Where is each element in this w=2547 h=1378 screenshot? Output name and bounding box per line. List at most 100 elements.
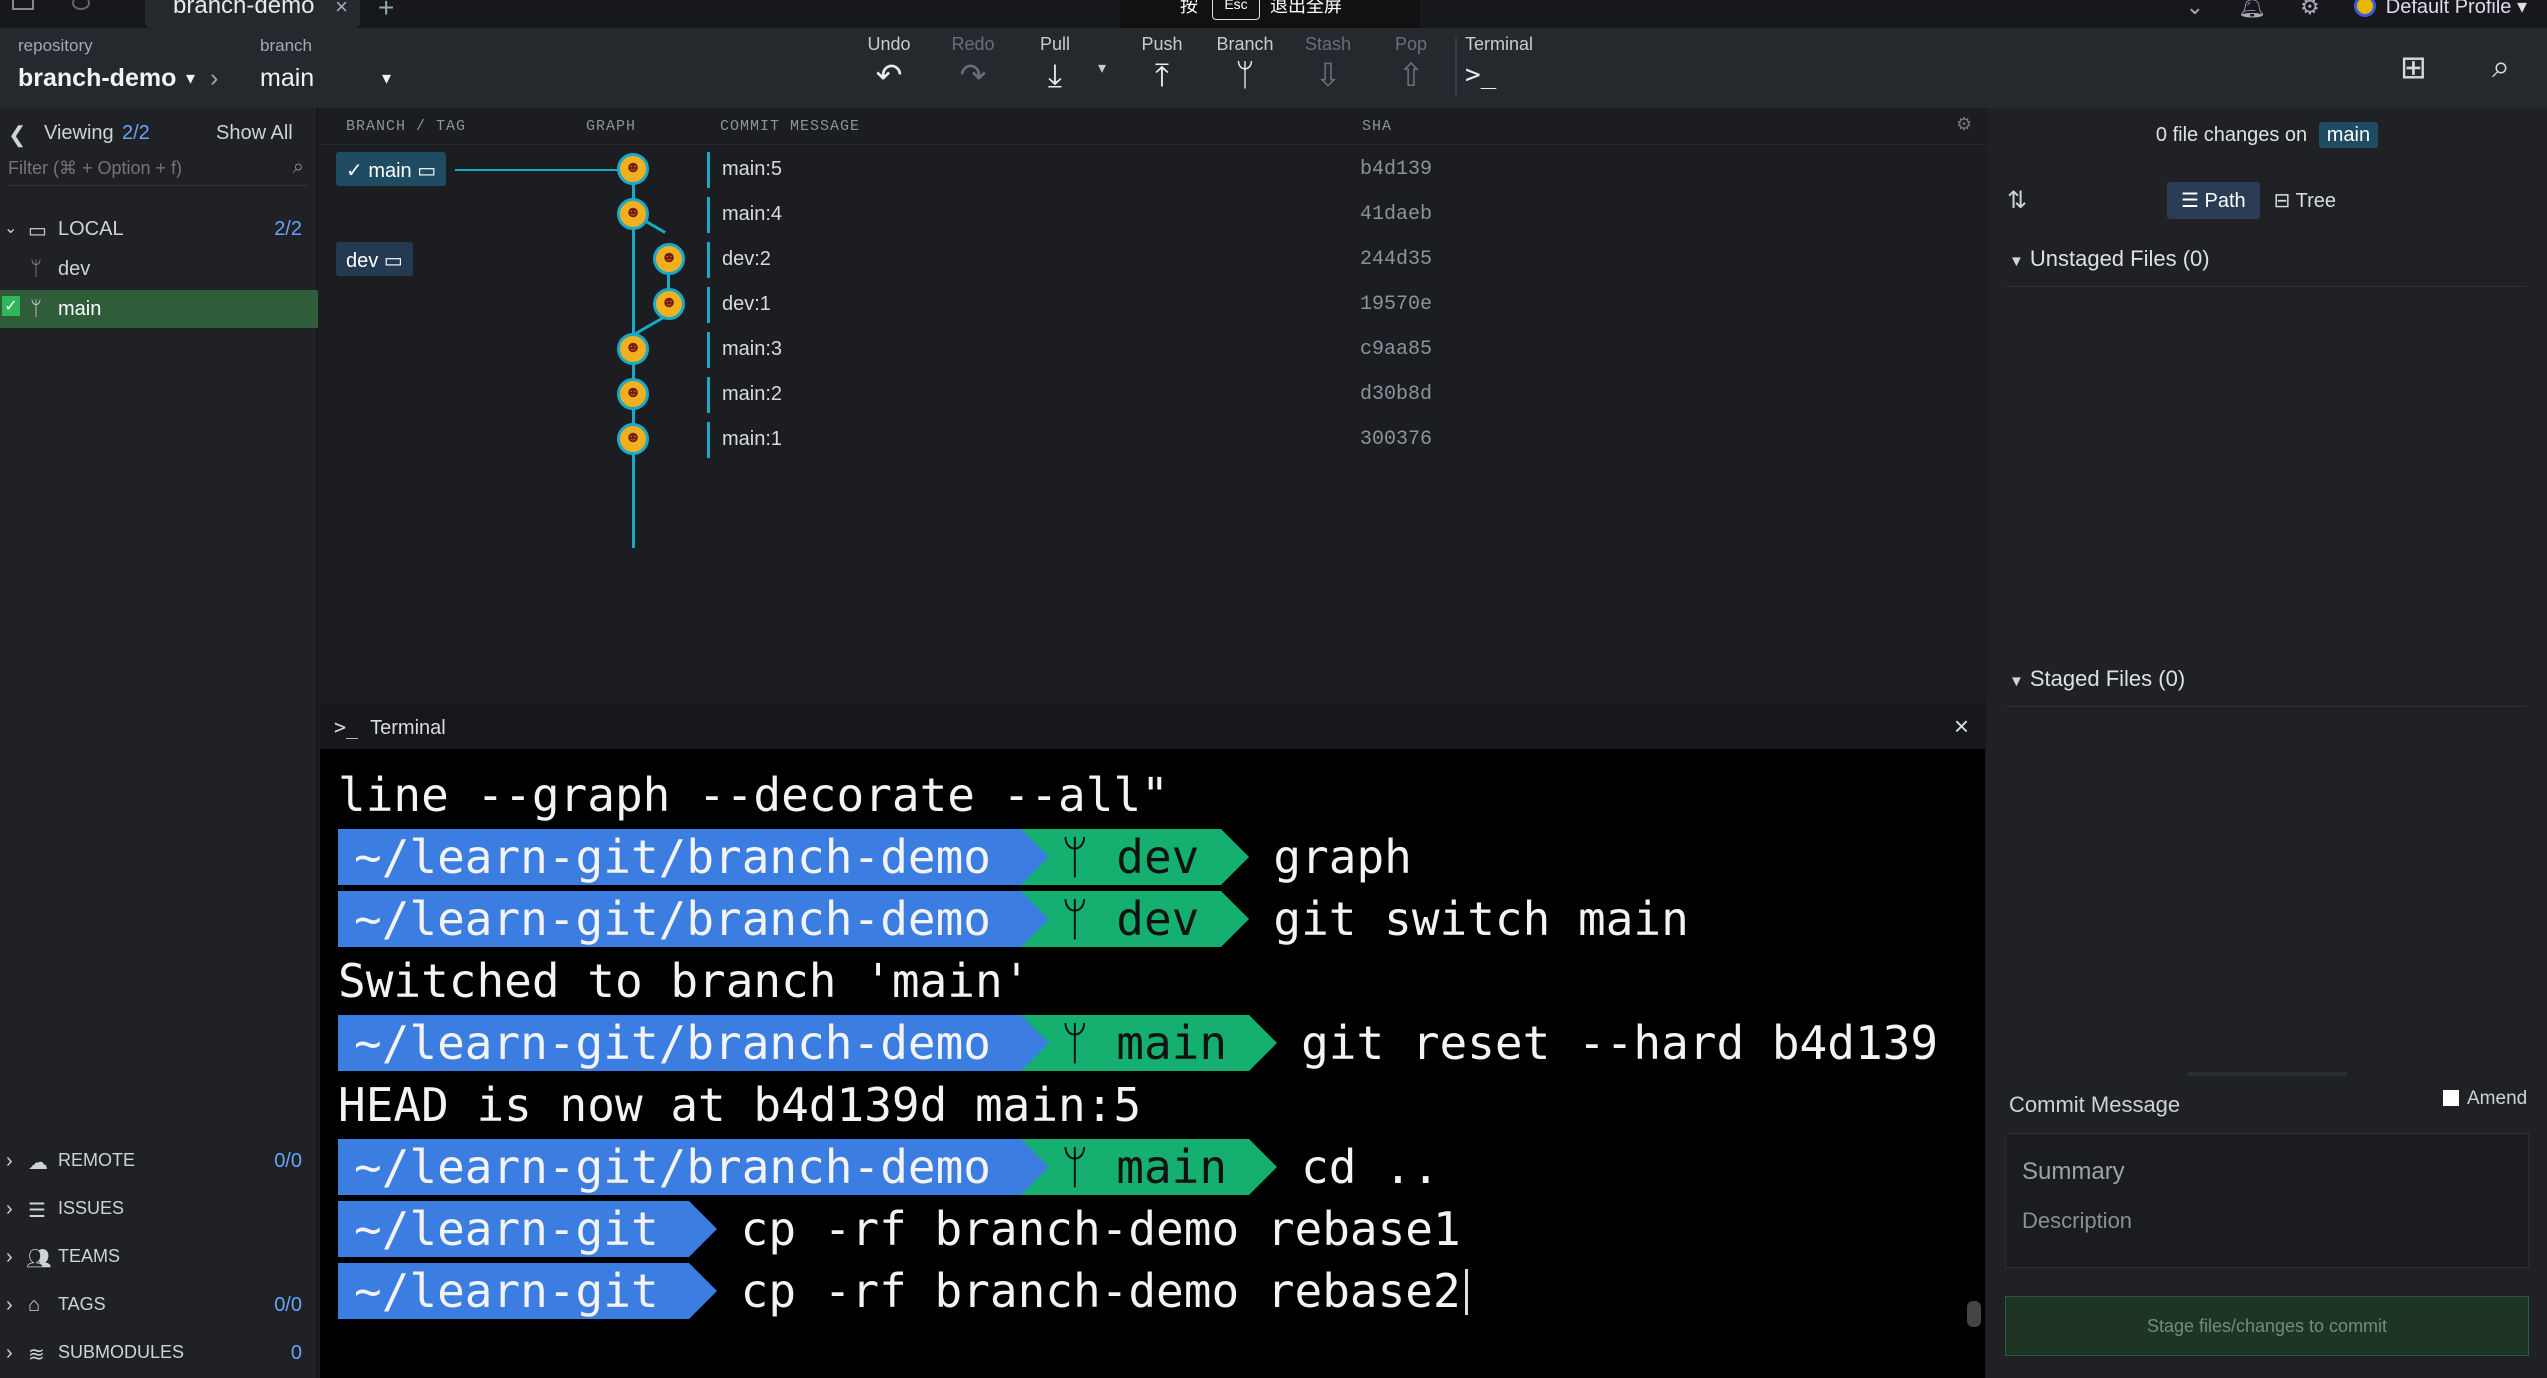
commit-row[interactable]: main:2 d30b8d bbox=[320, 373, 1985, 418]
terminal-title: >_ Terminal bbox=[334, 715, 446, 740]
header-divider bbox=[320, 144, 1985, 145]
bell-icon[interactable]: 🔔︎ bbox=[2238, 0, 2266, 20]
repo-tab[interactable]: branch-demo × bbox=[145, 0, 360, 28]
fork-icon[interactable] bbox=[72, 0, 90, 10]
remote-section-header[interactable]: › ☁ REMOTE 0/0 bbox=[0, 1142, 318, 1180]
local-section-header[interactable]: ⌄ ▭ LOCAL 2/2 bbox=[0, 210, 318, 248]
undo-button[interactable]: Undo ↶ bbox=[849, 34, 929, 93]
prompt-path-text: ~/learn-git/branch-demo bbox=[354, 830, 991, 884]
commit-sha: 244d35 bbox=[1360, 248, 1433, 271]
issues-section-header[interactable]: › ☰ ISSUES bbox=[0, 1190, 318, 1228]
remote-label: REMOTE bbox=[58, 1150, 136, 1170]
list-icon: ☰ bbox=[28, 1200, 46, 1222]
commit-row[interactable]: main:4 41daeb bbox=[320, 193, 1985, 238]
redo-label: Redo bbox=[951, 34, 995, 54]
staged-files-header[interactable]: ▼ Staged Files (0) bbox=[2009, 666, 2185, 692]
prompt-path: ~/learn-git bbox=[338, 1263, 717, 1319]
commit-row[interactable]: main:5 b4d139 bbox=[320, 148, 1985, 193]
commit-row[interactable]: dev:1 19570e bbox=[320, 283, 1985, 328]
show-all-link[interactable]: Show All bbox=[216, 122, 293, 145]
terminal-scrollbar[interactable] bbox=[1967, 1301, 1981, 1327]
avatar bbox=[2353, 0, 2376, 17]
commit-row[interactable]: main:1 300376 bbox=[320, 418, 1985, 463]
sidebar-branch-main[interactable]: ✓ ᛘ main bbox=[0, 290, 318, 328]
terminal-output[interactable]: line --graph --decorate --all" ~/learn-g… bbox=[320, 749, 1985, 1378]
branch-name: main bbox=[58, 298, 102, 320]
branch-badge: main bbox=[2318, 122, 2379, 148]
commit-row[interactable]: dev:2 244d35 bbox=[320, 238, 1985, 283]
branch-icon: ᛘ bbox=[1235, 57, 1255, 93]
row-marker bbox=[707, 287, 710, 323]
commit-message: main:5 bbox=[722, 158, 783, 180]
terminal-header: >_ Terminal × bbox=[320, 703, 1985, 749]
window-tab-bar: branch-demo × + 按 Esc 退出全屏 ⌄ 🔔︎ ⚙ Defaul… bbox=[0, 0, 2547, 28]
redo-button[interactable]: Redo ↷ bbox=[933, 34, 1013, 93]
repository-selector[interactable]: branch-demo bbox=[18, 64, 176, 93]
description-input[interactable]: Description bbox=[2022, 1208, 2132, 1234]
unstaged-files-header[interactable]: ▼ Unstaged Files (0) bbox=[2009, 246, 2210, 272]
tree-view-button[interactable]: ⊟ Tree bbox=[2260, 182, 2350, 219]
terminal-prompt-line: ~/learn-git cp -rf branch-demo rebase1 bbox=[338, 1201, 1461, 1257]
back-icon[interactable]: ❮ bbox=[8, 122, 26, 148]
tags-section-header[interactable]: › ⌂ TAGS 0/0 bbox=[0, 1286, 318, 1324]
commit-message: dev:2 bbox=[722, 248, 771, 270]
tags-label: TAGS bbox=[58, 1294, 106, 1314]
window-icon[interactable] bbox=[12, 0, 34, 10]
path-view-button[interactable]: ☰ Path bbox=[2167, 182, 2260, 219]
column-header-branch[interactable]: BRANCH / TAG bbox=[346, 118, 466, 135]
submodules-label: SUBMODULES bbox=[58, 1342, 185, 1362]
resize-handle[interactable] bbox=[2187, 1072, 2347, 1076]
undo-icon: ↶ bbox=[875, 57, 903, 93]
commit-row[interactable]: main:3 c9aa85 bbox=[320, 328, 1985, 373]
branch-dropdown-icon[interactable]: ▾ bbox=[382, 68, 391, 89]
push-button[interactable]: Push ⤒ bbox=[1122, 34, 1202, 93]
pop-button[interactable]: Pop ⇧ bbox=[1371, 34, 1451, 93]
pull-button[interactable]: Pull ⤓ bbox=[1015, 34, 1095, 93]
amend-checkbox[interactable]: Amend bbox=[2443, 1088, 2527, 1110]
branch-button[interactable]: Branch ᛘ bbox=[1205, 34, 1285, 93]
submodules-section-header[interactable]: › ≋ SUBMODULES 0 bbox=[0, 1334, 318, 1372]
filter-field[interactable]: ⌕ bbox=[8, 152, 308, 186]
chevron-right-icon: › bbox=[6, 1342, 13, 1364]
filter-input[interactable] bbox=[8, 152, 268, 184]
stash-label: Stash bbox=[1304, 34, 1352, 54]
repo-dropdown-icon[interactable]: ▾ bbox=[186, 68, 195, 89]
close-tab-icon[interactable]: × bbox=[335, 0, 348, 20]
tag-icon: ⌂ bbox=[28, 1294, 41, 1316]
search-icon[interactable]: ⌕ bbox=[2492, 48, 2510, 86]
terminal-prompt-line: ~/learn-git cp -rf branch-demo rebase2 bbox=[338, 1263, 1468, 1319]
pull-options-icon[interactable]: ▾ bbox=[1098, 58, 1106, 78]
list-icon: ☰ bbox=[2181, 190, 2205, 212]
new-tab-button[interactable]: + bbox=[378, 0, 394, 24]
prompt-path-text: ~/learn-git/branch-demo bbox=[354, 1016, 991, 1070]
gear-icon[interactable]: ⚙ bbox=[1956, 114, 1972, 135]
commit-sha: 19570e bbox=[1360, 293, 1433, 316]
gear-icon[interactable]: ⚙ bbox=[2300, 0, 2320, 20]
stage-changes-button[interactable]: Stage files/changes to commit bbox=[2005, 1296, 2529, 1356]
file-changes-text: 0 file changes on bbox=[2155, 124, 2308, 146]
branch-button-label: Branch bbox=[1216, 34, 1274, 54]
chevron-right-icon: › bbox=[6, 1246, 13, 1268]
summary-input[interactable]: Summary bbox=[2022, 1158, 2125, 1186]
close-terminal-button[interactable]: × bbox=[1954, 711, 1969, 742]
text-cursor bbox=[1464, 1269, 1468, 1315]
prompt-git: ᛘ main bbox=[1020, 1139, 1278, 1195]
prompt-command: git reset --hard b4d139 bbox=[1301, 1016, 1939, 1070]
fullscreen-hint-prefix: 按 bbox=[1180, 0, 1198, 16]
branch-selector[interactable]: main bbox=[260, 64, 314, 93]
local-count: 2/2 bbox=[274, 218, 302, 240]
sort-icon[interactable]: ⇅ bbox=[2007, 186, 2027, 215]
terminal-button[interactable]: Terminal >_ bbox=[1465, 34, 1555, 93]
profile-menu[interactable]: Default Profile ▾ bbox=[2353, 0, 2527, 19]
search-icon: ⌕ bbox=[292, 156, 304, 178]
teams-section-header[interactable]: › 👥︎ TEAMS bbox=[0, 1238, 318, 1276]
sidebar-branch-dev[interactable]: ᛘ dev bbox=[0, 250, 318, 288]
column-header-sha[interactable]: SHA bbox=[1362, 118, 1392, 135]
chevron-down-icon[interactable]: ⌄ bbox=[2186, 0, 2204, 20]
triangle-down-icon: ▼ bbox=[2009, 673, 2024, 690]
column-header-message[interactable]: COMMIT MESSAGE bbox=[720, 118, 860, 135]
column-header-graph[interactable]: GRAPH bbox=[586, 118, 636, 135]
viewing-label: Viewing bbox=[44, 122, 114, 144]
stash-button[interactable]: Stash ⇩ bbox=[1288, 34, 1368, 93]
layout-toggle-icon[interactable]: ⊞ bbox=[2400, 48, 2427, 86]
